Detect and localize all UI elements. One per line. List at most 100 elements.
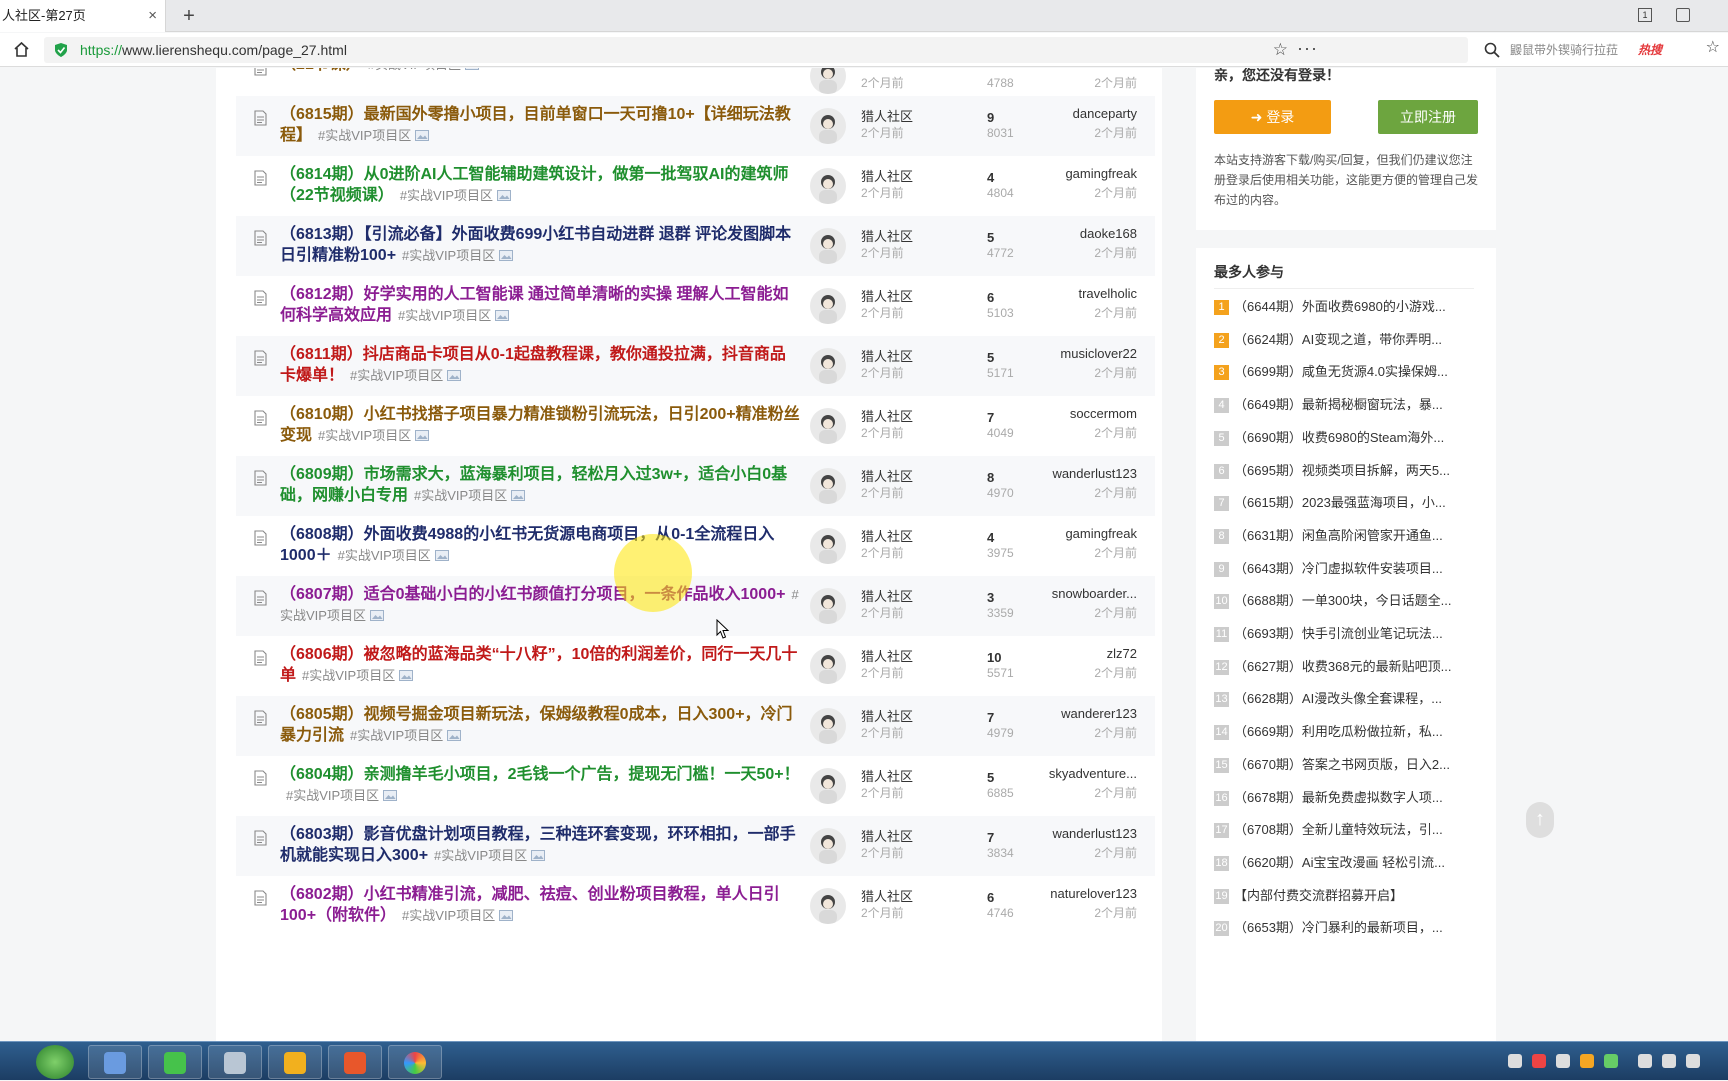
post-category-tag[interactable]: #实战VIP项目区 bbox=[414, 488, 507, 503]
post-row[interactable]: （6814期）从0进阶AI人工智能辅助建筑设计，做第一批驾驭AI的建筑师（22节… bbox=[236, 156, 1155, 216]
post-category-tag[interactable]: #实战VIP项目区 bbox=[318, 428, 411, 443]
post-author[interactable]: 猎人社区 bbox=[861, 646, 913, 665]
post-category-tag[interactable]: #实战VIP项目区 bbox=[400, 188, 493, 203]
network-icon[interactable] bbox=[1638, 1054, 1652, 1068]
avatar[interactable] bbox=[810, 888, 846, 924]
avatar[interactable] bbox=[810, 828, 846, 864]
tray-icon[interactable] bbox=[1508, 1054, 1522, 1068]
last-reply-user[interactable]: musiclover22 bbox=[1060, 346, 1137, 361]
post-row[interactable]: （6807期）适合0基础小白的小红书颜值打分项目，一条作品收入1000+ #实战V… bbox=[236, 576, 1155, 636]
post-row[interactable]: （6815期）最新国外零撸小项目，目前单窗口一天可撸10+【详细玩法教程】 #实战… bbox=[236, 96, 1155, 156]
hot-topic-item[interactable]: 20 （6653期）冷门暴利的最新项目，... bbox=[1214, 917, 1478, 939]
hot-search-label[interactable]: 热搜 bbox=[1638, 37, 1662, 63]
post-category-tag[interactable]: #实战VIP项目区 bbox=[402, 248, 495, 263]
post-title-link[interactable]: （6807期）适合0基础小白的小红书颜值打分项目，一条作品收入1000+ bbox=[280, 586, 785, 603]
hot-topic-item[interactable]: 6 （6695期）视频类项目拆解，两天5... bbox=[1214, 460, 1478, 482]
hot-topic-item[interactable]: 8 （6631期）闲鱼高阶闲管家开通鱼... bbox=[1214, 525, 1478, 547]
avatar[interactable] bbox=[810, 168, 846, 204]
post-category-tag[interactable]: #实战VIP项目区 bbox=[338, 548, 431, 563]
post-title-link[interactable]: （21节课） bbox=[280, 68, 362, 73]
star-icon[interactable]: ☆ bbox=[1273, 40, 1288, 60]
post-author[interactable]: 猎人社区 bbox=[861, 346, 913, 365]
post-title-link[interactable]: （6802期）小红书精准引流，减肥、祛痘、创业粉项目教程，单人日引100+（附软… bbox=[280, 886, 780, 924]
avatar[interactable] bbox=[810, 108, 846, 144]
url-field[interactable]: https://www.lierenshequ.com/page_27.html… bbox=[44, 37, 1468, 63]
last-reply-user[interactable]: wanderlust123 bbox=[1052, 826, 1137, 841]
browser-tab[interactable]: 人社区-第27页 × bbox=[0, 0, 166, 32]
avatar[interactable] bbox=[810, 648, 846, 684]
hot-topic-item[interactable]: 7 （6615期）2023最强蓝海项目，小... bbox=[1214, 492, 1478, 514]
post-title-link[interactable]: （6814期）从0进阶AI人工智能辅助建筑设计，做第一批驾驭AI的建筑师（22节… bbox=[280, 166, 789, 204]
post-author[interactable]: 猎人社区 bbox=[861, 886, 913, 905]
post-row[interactable]: （6806期）被忽略的蓝海品类“十八籽”，10倍的利润差价，同行一天几十单 #实战… bbox=[236, 636, 1155, 696]
hot-topic-item[interactable]: 4 （6649期）最新揭秘橱窗玩法，暴... bbox=[1214, 394, 1478, 416]
wechat-icon[interactable] bbox=[148, 1045, 202, 1079]
last-reply-user[interactable]: danceparty bbox=[1073, 106, 1137, 121]
tray-icon[interactable] bbox=[1580, 1054, 1594, 1068]
post-author[interactable]: 猎人社区 bbox=[861, 166, 913, 185]
post-author[interactable]: 猎人社区 bbox=[861, 226, 913, 245]
post-category-tag[interactable]: #实战VIP项目区 bbox=[318, 128, 411, 143]
hot-topic-item[interactable]: 11 （6693期）快手引流创业笔记玩法... bbox=[1214, 623, 1478, 645]
hot-topic-item[interactable]: 12 （6627期）收费368元的最新贴吧顶... bbox=[1214, 656, 1478, 678]
last-reply-user[interactable]: daoke168 bbox=[1080, 226, 1137, 241]
post-author[interactable]: 猎人社区 bbox=[861, 766, 913, 785]
last-reply-user[interactable]: snowboarder... bbox=[1052, 586, 1137, 601]
last-reply-user[interactable]: naturelover123 bbox=[1050, 886, 1137, 901]
hot-topic-item[interactable]: 14 （6669期）利用吃瓜粉做拉新，私... bbox=[1214, 721, 1478, 743]
avatar[interactable] bbox=[810, 288, 846, 324]
favorites-icon[interactable]: ☆ bbox=[1706, 37, 1720, 57]
post-author[interactable]: 猎人社区 bbox=[861, 826, 913, 845]
post-title-link[interactable]: （6809期）市场需求大，蓝海暴利项目，轻松月入过3w+，适合小白0基础，网赚小… bbox=[280, 466, 787, 504]
post-category-tag[interactable]: #实战VIP项目区 bbox=[398, 308, 491, 323]
hot-topic-item[interactable]: 17 （6708期）全新儿童特效玩法，引... bbox=[1214, 819, 1478, 841]
post-row[interactable]: （6813期）【引流必备】外面收费699小红书自动进群 退群 评论发图脚本 日引… bbox=[236, 216, 1155, 276]
taskbar-app-1[interactable] bbox=[88, 1045, 142, 1079]
post-author[interactable]: 猎人社区 bbox=[861, 586, 913, 605]
hot-topic-item[interactable]: 19 【内部付费交流群招募开启】 bbox=[1214, 885, 1478, 907]
post-category-tag[interactable]: #实战VIP项目区 bbox=[368, 68, 461, 72]
avatar[interactable] bbox=[810, 588, 846, 624]
post-author[interactable]: 猎人社区 bbox=[861, 526, 913, 545]
post-title-link[interactable]: （6804期）亲测撸羊毛小项目，2毛钱一个广告，提现无门槛！一天50+！ bbox=[280, 766, 800, 783]
post-author[interactable]: 猎人社区 bbox=[861, 286, 913, 305]
post-category-tag[interactable]: #实战VIP项目区 bbox=[402, 908, 495, 923]
tray-icon[interactable] bbox=[1604, 1054, 1618, 1068]
browser-taskbar-icon[interactable] bbox=[388, 1045, 442, 1079]
tray-icon[interactable] bbox=[1686, 1054, 1700, 1068]
window-count-badge[interactable]: 1 bbox=[1638, 8, 1652, 22]
post-title-link[interactable]: （6813期）【引流必备】外面收费699小红书自动进群 退群 评论发图脚本 日引… bbox=[280, 226, 791, 264]
post-row[interactable]: （6808期）外面收费4988的小红书无货源电商项目，从0-1全流程日入1000… bbox=[236, 516, 1155, 576]
last-reply-user[interactable]: wanderlust123 bbox=[1052, 466, 1137, 481]
hot-topic-item[interactable]: 16 （6678期）最新免费虚拟数字人项... bbox=[1214, 787, 1478, 809]
taskbar-app-3[interactable] bbox=[208, 1045, 262, 1079]
home-icon[interactable] bbox=[13, 41, 30, 58]
hot-topic-item[interactable]: 13 （6628期）AI漫改头像全套课程，... bbox=[1214, 688, 1478, 710]
post-author[interactable]: 猎人社区 bbox=[861, 406, 913, 425]
post-row[interactable]: （6809期）市场需求大，蓝海暴利项目，轻松月入过3w+，适合小白0基础，网赚小… bbox=[236, 456, 1155, 516]
post-title-link[interactable]: （6812期）好学实用的人工智能课 通过简单清晰的实操 理解人工智能如何科学高效… bbox=[280, 286, 789, 324]
post-category-tag[interactable]: #实战VIP项目区 bbox=[350, 728, 443, 743]
post-author[interactable]: 猎人社区 bbox=[861, 706, 913, 725]
register-button[interactable]: 立即注册 bbox=[1378, 100, 1478, 134]
post-category-tag[interactable]: #实战VIP项目区 bbox=[302, 668, 395, 683]
post-row[interactable]: （6803期）影音优盘计划项目教程，三种连环套变现，环环相扣，一部手机就能实现日… bbox=[236, 816, 1155, 876]
tray-icon[interactable] bbox=[1532, 1054, 1546, 1068]
avatar[interactable] bbox=[810, 228, 846, 264]
avatar[interactable] bbox=[810, 68, 846, 94]
start-button[interactable] bbox=[36, 1045, 74, 1079]
post-row[interactable]: （6812期）好学实用的人工智能课 通过简单清晰的实操 理解人工智能如何科学高效… bbox=[236, 276, 1155, 336]
avatar[interactable] bbox=[810, 408, 846, 444]
hot-topic-item[interactable]: 2 （6624期）AI变现之道，带你弄明... bbox=[1214, 329, 1478, 351]
to-top-icon[interactable]: ↑ bbox=[1526, 802, 1554, 838]
more-icon[interactable]: ··· bbox=[1297, 38, 1318, 59]
hot-topic-item[interactable]: 3 （6699期）咸鱼无货源4.0实操保姆... bbox=[1214, 361, 1478, 383]
browser-search[interactable]: 鼹鼠带外锲骑行拉菈 热搜 bbox=[1476, 37, 1676, 63]
post-author[interactable]: 猎人社区 bbox=[861, 106, 913, 125]
hot-topic-item[interactable]: 15 （6670期）答案之书网页版，日入2... bbox=[1214, 754, 1478, 776]
post-category-tag[interactable]: #实战VIP项目区 bbox=[350, 368, 443, 383]
avatar[interactable] bbox=[810, 768, 846, 804]
post-category-tag[interactable]: #实战VIP项目区 bbox=[286, 788, 379, 803]
last-reply-user[interactable]: zlz72 bbox=[1107, 646, 1137, 661]
post-row[interactable]: （6804期）亲测撸羊毛小项目，2毛钱一个广告，提现无门槛！一天50+！ #实战V… bbox=[236, 756, 1155, 816]
